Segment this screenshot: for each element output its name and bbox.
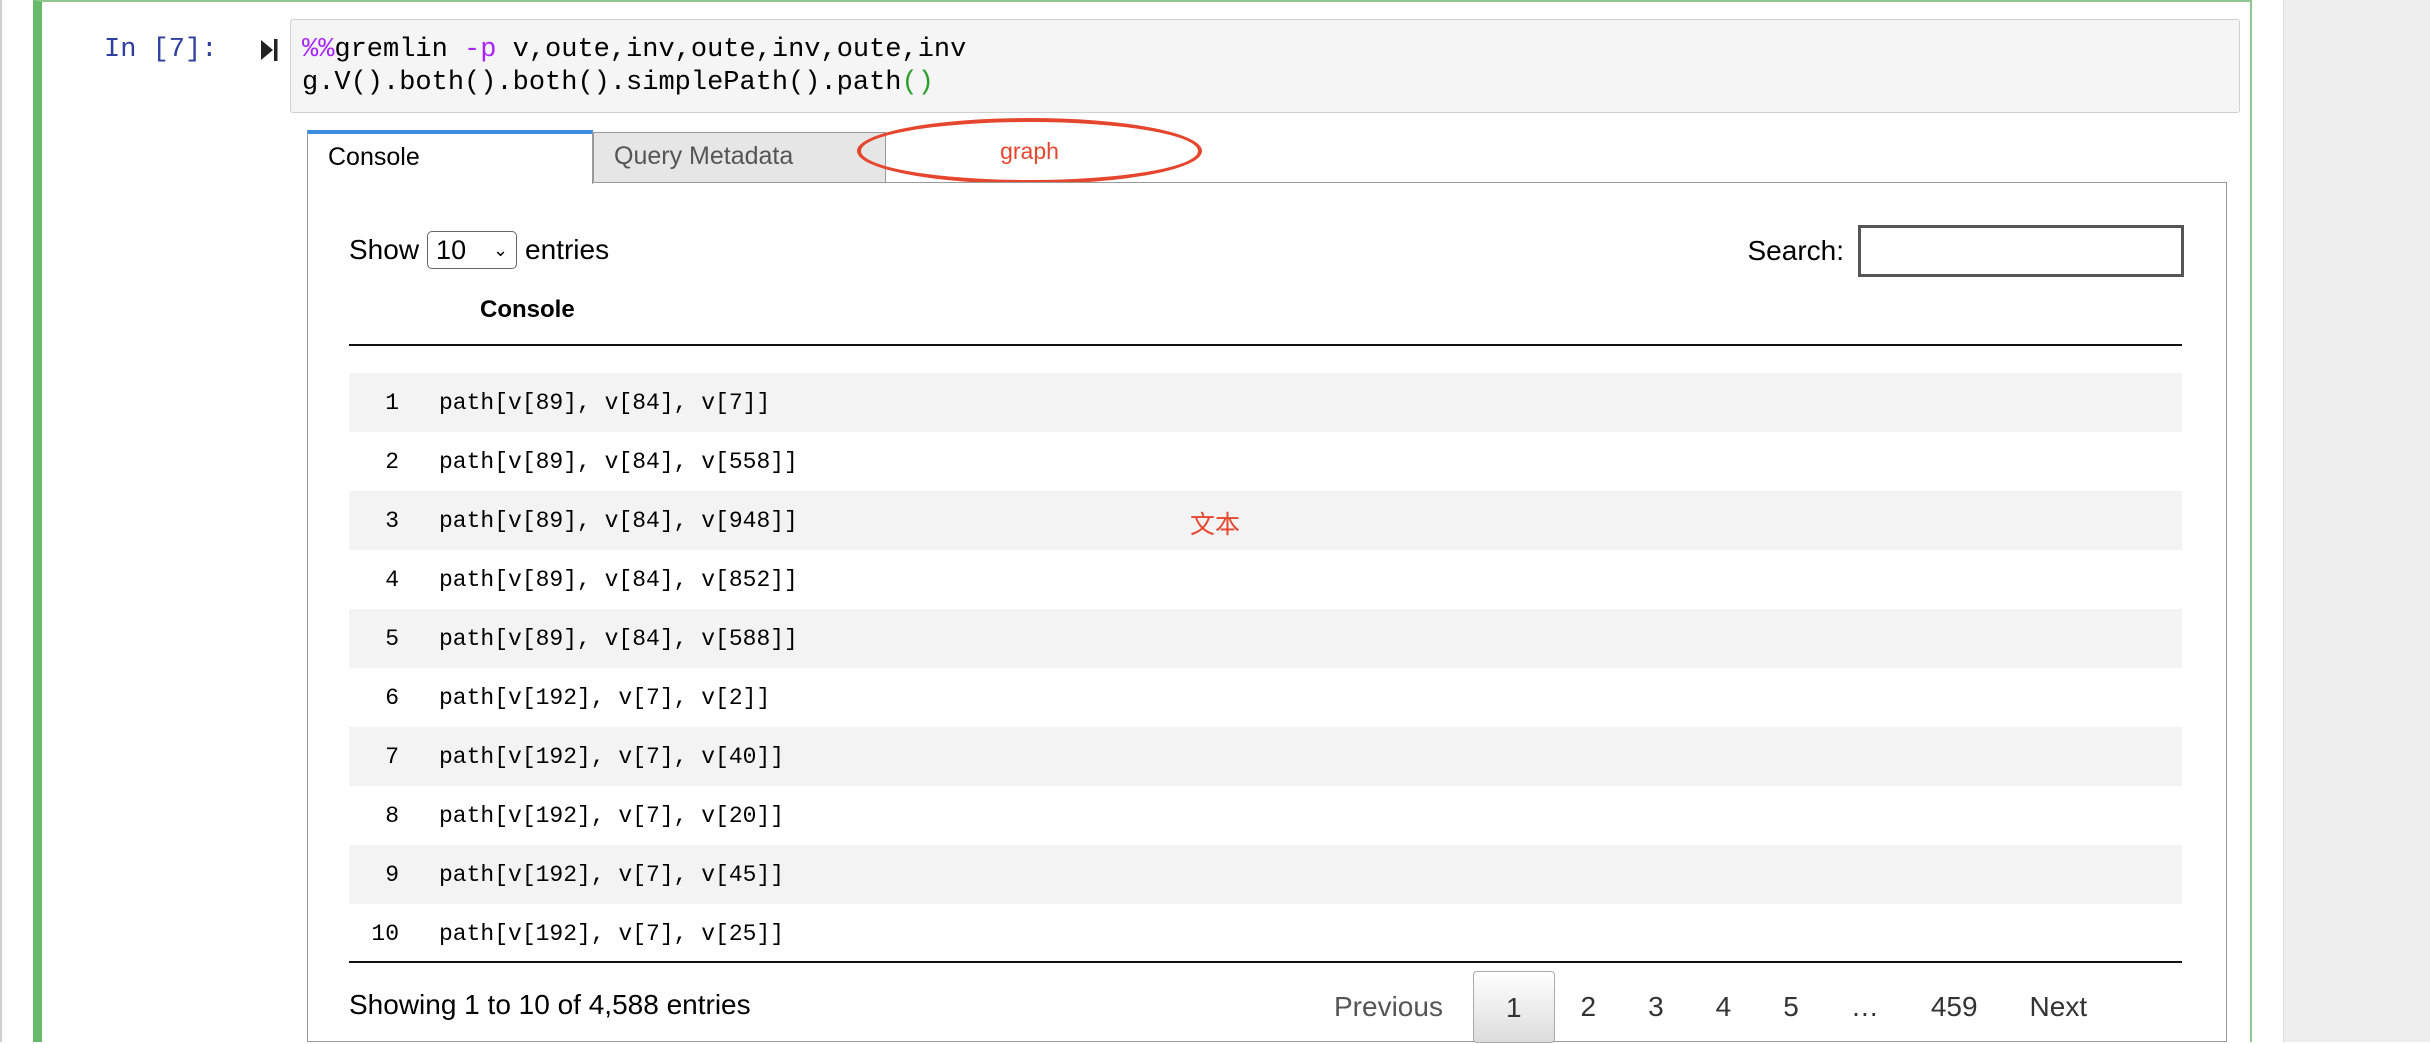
- pagination-page[interactable]: 5: [1757, 971, 1825, 1043]
- pagination-ellipsis: …: [1850, 991, 1879, 1022]
- magic-prefix: %%: [302, 35, 335, 65]
- row-index: 8: [385, 802, 399, 829]
- row-index: 3: [385, 507, 399, 534]
- entries-label: entries: [525, 234, 610, 265]
- console-panel: Show 10 ⌄ entries Search: Console 1 path[…: [307, 182, 2227, 1043]
- code-command: gremlin: [334, 35, 465, 65]
- annotation-text: 文本: [1190, 511, 1241, 539]
- table-row[interactable]: 9 path[v[192], v[7], v[45]]: [349, 845, 2182, 904]
- code-parens: (): [901, 68, 934, 98]
- table-row[interactable]: 4 path[v[89], v[84], v[852]]: [349, 550, 2182, 609]
- row-value: path[v[89], v[84], v[588]]: [439, 625, 798, 652]
- pagination-page-last[interactable]: 459: [1905, 971, 2004, 1043]
- row-value: path[v[89], v[84], v[7]]: [439, 389, 771, 416]
- table-row[interactable]: 7 path[v[192], v[7], v[40]]: [349, 727, 2182, 786]
- entries-length-control: Show 10 ⌄ entries: [349, 231, 609, 269]
- code-query: g.V().both().both().simplePath().path: [302, 68, 902, 98]
- show-label: Show: [349, 234, 420, 265]
- search-label: Search:: [1747, 235, 1845, 266]
- run-cell-icon[interactable]: [259, 36, 279, 64]
- table-row[interactable]: 10 path[v[192], v[7], v[25]]: [349, 904, 2182, 963]
- row-index: 2: [385, 448, 399, 475]
- row-value: path[v[192], v[7], v[40]]: [439, 743, 785, 770]
- table-info: Showing 1 to 10 of 4,588 entries: [349, 989, 751, 1020]
- table-row[interactable]: 8 path[v[192], v[7], v[20]]: [349, 786, 2182, 845]
- row-value: path[v[192], v[7], v[25]]: [439, 920, 785, 947]
- graph-tab-annotation[interactable]: graph: [857, 118, 1202, 184]
- entries-select[interactable]: 10 ⌄: [427, 231, 518, 269]
- row-index: 5: [385, 625, 399, 652]
- row-index: 4: [385, 566, 399, 593]
- row-value: path[v[192], v[7], v[2]]: [439, 684, 771, 711]
- row-index: 7: [385, 743, 399, 770]
- entries-select-value: 10: [436, 234, 467, 265]
- row-index: 10: [371, 920, 399, 947]
- row-value: path[v[89], v[84], v[948]]: [439, 507, 798, 534]
- table-row[interactable]: 3 path[v[89], v[84], v[948]]: [349, 491, 2182, 550]
- code-flag: -p: [464, 35, 497, 65]
- row-value: path[v[192], v[7], v[20]]: [439, 802, 785, 829]
- cell-prompt: In [7]:: [104, 35, 218, 65]
- table-row[interactable]: 5 path[v[89], v[84], v[588]]: [349, 609, 2182, 668]
- table-row[interactable]: 2 path[v[89], v[84], v[558]]: [349, 432, 2182, 491]
- pagination-page[interactable]: 2: [1555, 971, 1623, 1043]
- row-index: 1: [385, 389, 399, 416]
- row-index: 6: [385, 684, 399, 711]
- search-control: Search:: [1747, 225, 2184, 277]
- row-index: 9: [385, 861, 399, 888]
- row-value: path[v[192], v[7], v[45]]: [439, 861, 785, 888]
- tab-query-metadata[interactable]: Query Metadata: [593, 132, 886, 184]
- table-row[interactable]: 6 path[v[192], v[7], v[2]]: [349, 668, 2182, 727]
- header-divider: [349, 344, 2182, 346]
- tab-console[interactable]: Console: [307, 130, 593, 184]
- pagination-previous[interactable]: Previous: [1308, 971, 1473, 1043]
- row-value: path[v[89], v[84], v[852]]: [439, 566, 798, 593]
- code-args: v,oute,inv,oute,inv,oute,inv: [496, 35, 967, 65]
- pagination-page-current[interactable]: 1: [1472, 971, 1555, 1043]
- row-value: path[v[89], v[84], v[558]]: [439, 448, 798, 475]
- pagination-page[interactable]: 4: [1690, 971, 1758, 1043]
- table-body: 1 path[v[89], v[84], v[7]] 2 path[v[89], v…: [349, 373, 2182, 963]
- column-header-console[interactable]: Console: [480, 296, 575, 324]
- right-scroll-area[interactable]: [2283, 0, 2430, 1042]
- chevron-down-icon: ⌄: [492, 239, 509, 260]
- left-gutter: [0, 0, 2, 1042]
- pagination: Previous 1 2 3 4 5 … 459 Next: [1308, 971, 2113, 1043]
- table-row[interactable]: 1 path[v[89], v[84], v[7]]: [349, 373, 2182, 432]
- search-input[interactable]: [1858, 225, 2184, 277]
- footer-divider: [349, 961, 2182, 963]
- cell-output: Console Query Metadata graph Show 10 ⌄ e…: [307, 118, 2227, 1043]
- pagination-next[interactable]: Next: [2004, 971, 2114, 1043]
- pagination-page[interactable]: 3: [1622, 971, 1690, 1043]
- code-editor[interactable]: %%gremlin -p v,oute,inv,oute,inv,oute,in…: [290, 19, 2240, 113]
